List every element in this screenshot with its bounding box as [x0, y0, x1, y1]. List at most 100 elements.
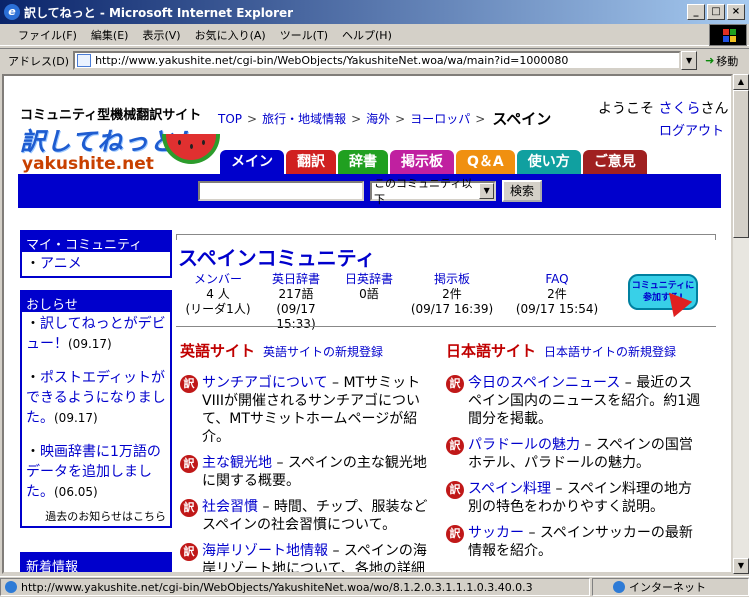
translate-badge-icon[interactable]: 訳: [180, 543, 198, 561]
menu-view[interactable]: 表示(V): [142, 27, 180, 43]
address-input[interactable]: http://www.yakushite.net/cgi-bin/WebObje…: [73, 51, 682, 70]
search-button[interactable]: 検索: [502, 180, 543, 202]
site-link[interactable]: 今日のスペインニュース: [468, 375, 620, 391]
japanese-sites-header: 日本語サイト 日本語サイトの新規登録: [446, 340, 676, 361]
translate-badge-icon[interactable]: 訳: [446, 481, 464, 499]
translate-badge-icon[interactable]: 訳: [180, 499, 198, 517]
news-item: ・ポストエディットができるようになりました。(09.17): [26, 370, 166, 426]
english-sites-register-link[interactable]: 英語サイトの新規登録: [263, 343, 383, 360]
news-date: (09.17): [54, 411, 98, 425]
close-button[interactable]: ×: [727, 4, 745, 20]
stat-faq-value: 2件: [547, 287, 567, 301]
stat-ej-dict-value: 217語: [278, 287, 314, 301]
chevron-down-icon: ▼: [479, 183, 494, 199]
menu-tools[interactable]: ツール(T): [280, 27, 328, 43]
tab-main[interactable]: メイン: [220, 150, 284, 174]
scroll-down-button[interactable]: ▼: [733, 558, 749, 574]
address-url: http://www.yakushite.net/cgi-bin/WebObje…: [95, 54, 569, 67]
site-link[interactable]: サンチアゴについて: [202, 375, 328, 391]
site-link[interactable]: パラドールの魅力: [468, 437, 580, 453]
address-bar: アドレス(D) http://www.yakushite.net/cgi-bin…: [0, 48, 749, 72]
page-viewport[interactable]: コミュニティ型機械翻訳サイト 訳してねっと！ yakushite.net TOP…: [2, 74, 733, 574]
breadcrumb-overseas[interactable]: 海外: [366, 110, 390, 127]
site-link[interactable]: 主な観光地: [202, 455, 272, 471]
japanese-sites-register-link[interactable]: 日本語サイトの新規登録: [544, 343, 676, 360]
site-link[interactable]: 社会習慣: [202, 499, 258, 515]
site-link[interactable]: スペイン料理: [468, 481, 551, 497]
minimize-button[interactable]: _: [687, 4, 705, 20]
stat-board: 掲示板 2件 (09/17 16:39): [402, 272, 502, 332]
my-community-item[interactable]: アニメ: [40, 256, 82, 272]
go-button[interactable]: ➜ 移動: [705, 53, 738, 69]
scroll-thumb[interactable]: [733, 90, 749, 238]
breadcrumb-top[interactable]: TOP: [218, 112, 242, 126]
logout-link[interactable]: ログアウト: [659, 120, 724, 139]
page-loading-icon: [5, 581, 17, 593]
stat-members-value: 4 人: [206, 287, 230, 301]
list-item: 訳サッカー – スペインサッカーの最新情報を紹介。: [446, 524, 704, 560]
tab-dictionary[interactable]: 辞書: [338, 150, 388, 174]
stat-members: メンバー 4 人 (リーダ1人): [180, 272, 256, 332]
search-scope-select[interactable]: このコミュニティ以下 ▼: [370, 177, 496, 206]
menu-bar: ファイル(F) 編集(E) 表示(V) お気に入り(A) ツール(T) ヘルプ(…: [0, 24, 749, 46]
list-item: 訳社会習慣 – 時間、チップ、服装などスペインの社会習慣について。: [180, 498, 438, 534]
tab-translate[interactable]: 翻訳: [286, 150, 336, 174]
breadcrumb-europe[interactable]: ヨーロッパ: [410, 110, 470, 127]
maximize-button[interactable]: □: [707, 4, 725, 20]
search-input[interactable]: [198, 181, 364, 201]
welcome-prefix: ようこそ: [598, 101, 654, 117]
site-link[interactable]: サッカー: [468, 525, 524, 541]
menu-favorites[interactable]: お気に入り(A): [195, 27, 266, 43]
list-item: 訳海岸リゾート地情報 – スペインの海岸リゾート地について、各地の詳細: [180, 542, 438, 572]
japanese-sites-title: 日本語サイト: [446, 342, 537, 360]
site-link[interactable]: 海岸リゾート地情報: [202, 543, 328, 559]
scroll-up-button[interactable]: ▲: [733, 74, 749, 90]
vertical-scrollbar[interactable]: ▲ ▼: [733, 74, 749, 574]
welcome-message: ようこそ さくらさん: [598, 98, 728, 118]
translate-badge-icon[interactable]: 訳: [446, 437, 464, 455]
page-icon: [77, 54, 92, 67]
security-zone: インターネット: [592, 578, 749, 596]
translate-badge-icon[interactable]: 訳: [180, 375, 198, 393]
internet-globe-icon: [613, 581, 625, 593]
stat-board-value: 2件: [442, 287, 462, 301]
new-info-box: 新着情報: [20, 552, 172, 572]
stat-members-sub: (リーダ1人): [185, 302, 251, 316]
status-url: http://www.yakushite.net/cgi-bin/WebObje…: [21, 580, 533, 594]
tab-howto[interactable]: 使い方: [516, 150, 581, 174]
list-item: 訳スペイン料理 – スペイン料理の地方別の特色をわかりやすく説明。: [446, 480, 704, 516]
breadcrumb-travel[interactable]: 旅行・地域情報: [262, 110, 346, 127]
stat-je-dict-label[interactable]: 日英辞書: [345, 272, 393, 286]
menu-file[interactable]: ファイル(F): [18, 27, 77, 43]
tab-feedback[interactable]: ご意見: [582, 150, 647, 174]
community-frame-line: [176, 234, 716, 240]
zone-label: インターネット: [629, 581, 706, 594]
news-date: (06.05): [54, 485, 98, 499]
breadcrumb-current: スペイン: [492, 110, 552, 128]
user-name-link[interactable]: さくら: [658, 101, 700, 117]
stat-members-label[interactable]: メンバー: [194, 272, 242, 286]
tab-board[interactable]: 掲示板: [390, 150, 454, 174]
translate-badge-icon[interactable]: 訳: [446, 375, 464, 393]
menu-edit[interactable]: 編集(E): [91, 27, 129, 43]
english-sites-list: 訳サンチアゴについて – MTサミットVIIIが開催されるサンチアゴについて、M…: [180, 374, 438, 572]
stat-je-dict-value: 0語: [359, 287, 379, 301]
stat-board-label[interactable]: 掲示板: [434, 272, 470, 286]
past-news-link[interactable]: 過去のお知らせはこちら: [22, 504, 170, 526]
translate-badge-icon[interactable]: 訳: [446, 525, 464, 543]
tab-qa[interactable]: Q＆A: [456, 150, 515, 174]
news-title: おしらせ: [22, 292, 170, 313]
stat-ej-dict-label[interactable]: 英日辞書: [272, 272, 320, 286]
address-dropdown-button[interactable]: ▼: [681, 51, 698, 70]
english-sites-header: 英語サイト 英語サイトの新規登録: [180, 340, 383, 361]
divider: [176, 326, 716, 327]
search-bar: このコミュニティ以下 ▼ 検索: [18, 174, 721, 208]
list-item: 訳パラドールの魅力 – スペインの国営ホテル、パラドールの魅力。: [446, 436, 704, 472]
stat-faq-label[interactable]: FAQ: [545, 272, 568, 286]
watermelon-icon: [162, 134, 220, 164]
site-domain: yakushite.net: [22, 154, 154, 174]
status-text: http://www.yakushite.net/cgi-bin/WebObje…: [0, 578, 590, 596]
news-item: ・映画辞書に1万語のデータを追加しました。(06.05): [26, 444, 161, 500]
menu-help[interactable]: ヘルプ(H): [342, 27, 392, 43]
translate-badge-icon[interactable]: 訳: [180, 455, 198, 473]
